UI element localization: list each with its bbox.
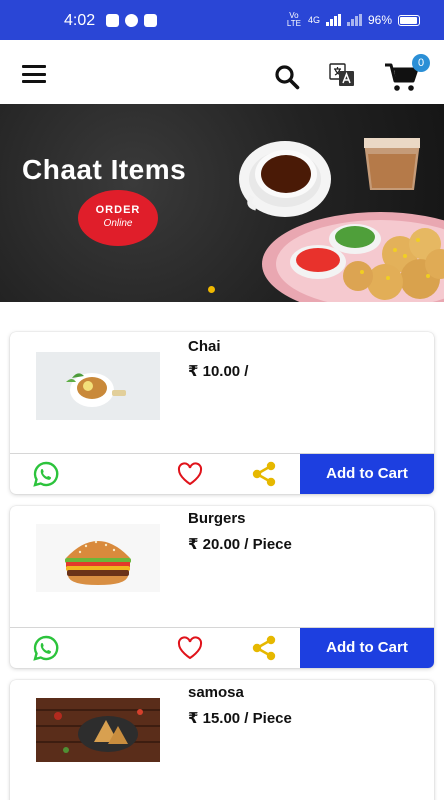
network-type: 4G bbox=[307, 15, 320, 25]
whatsapp-icon[interactable] bbox=[32, 460, 60, 488]
battery-percent: 96% bbox=[367, 13, 392, 27]
banner-food-illustration bbox=[239, 138, 444, 302]
whatsapp-icon[interactable] bbox=[32, 634, 60, 662]
product-image bbox=[36, 352, 160, 420]
heart-icon[interactable] bbox=[176, 460, 204, 488]
promo-banner[interactable]: Chaat Items ORDER Online bbox=[0, 104, 444, 302]
message-icon bbox=[106, 14, 119, 27]
signal-icon-2 bbox=[346, 14, 362, 26]
product-card: Burgers ₹ 20.00 / Piece Add to Cart bbox=[10, 506, 434, 668]
product-name[interactable]: samosa bbox=[188, 684, 244, 701]
translate-icon[interactable] bbox=[329, 62, 355, 88]
add-to-cart-button[interactable]: Add to Cart bbox=[300, 454, 434, 494]
system-icons: Vo LTE 4G 96% bbox=[286, 12, 420, 28]
share-icon[interactable] bbox=[250, 460, 278, 488]
product-card: Chai ₹ 10.00 / Add to Cart bbox=[10, 332, 434, 494]
product-image bbox=[36, 698, 160, 762]
product-price: ₹ 20.00 / Piece bbox=[188, 536, 292, 553]
app-notification-icon bbox=[144, 14, 157, 27]
status-time: 4:02 bbox=[64, 12, 96, 29]
notification-icons bbox=[106, 14, 157, 27]
status-bar: 4:02 Vo LTE 4G 96% bbox=[0, 0, 444, 40]
product-name[interactable]: Chai bbox=[188, 338, 221, 355]
product-name[interactable]: Burgers bbox=[188, 510, 246, 527]
volte-label: Vo LTE bbox=[286, 11, 301, 28]
menu-icon[interactable] bbox=[22, 65, 46, 83]
add-to-cart-button[interactable]: Add to Cart bbox=[300, 628, 434, 668]
banner-page-indicator[interactable] bbox=[208, 286, 215, 293]
search-icon[interactable] bbox=[274, 64, 300, 90]
product-price: ₹ 15.00 / Piece bbox=[188, 710, 292, 727]
chat-icon bbox=[125, 14, 138, 27]
heart-icon[interactable] bbox=[176, 634, 204, 662]
signal-icon bbox=[325, 14, 341, 26]
share-icon[interactable] bbox=[250, 634, 278, 662]
product-image bbox=[36, 524, 160, 592]
product-price: ₹ 10.00 / bbox=[188, 363, 249, 380]
product-card: samosa ₹ 15.00 / Piece bbox=[10, 680, 434, 800]
battery-icon bbox=[398, 14, 420, 26]
app-bar: 0 bbox=[0, 40, 444, 104]
cart-count-badge: 0 bbox=[412, 54, 430, 72]
